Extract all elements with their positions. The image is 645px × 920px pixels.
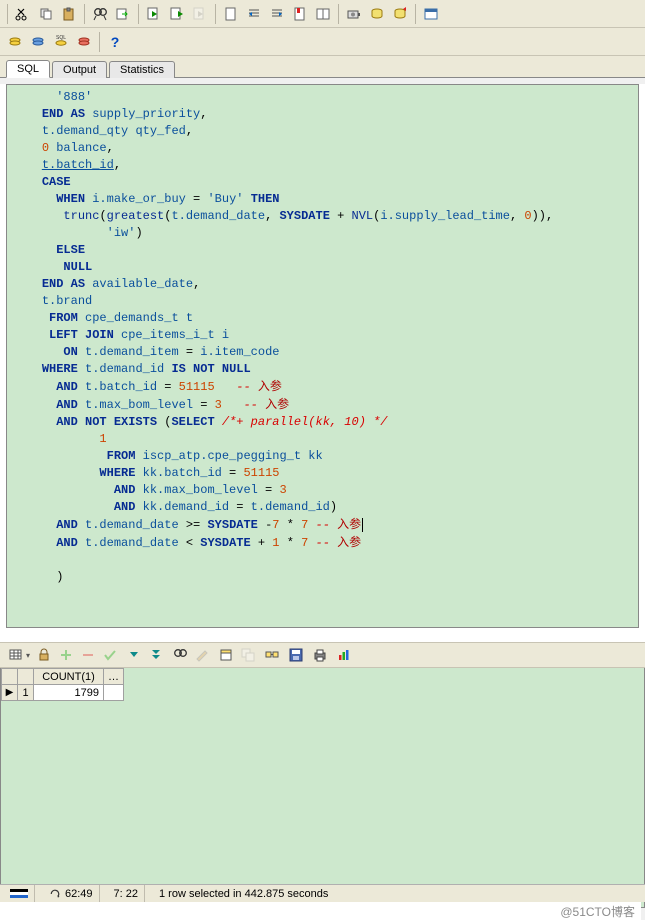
result-grid[interactable]: COUNT(1) … ▶ 1 1799 bbox=[1, 668, 124, 701]
fetch-all-icon[interactable] bbox=[146, 645, 166, 665]
lock-icon[interactable] bbox=[34, 645, 54, 665]
execute-step-icon[interactable] bbox=[166, 3, 188, 25]
grid-toolbar: ▾ bbox=[0, 642, 645, 668]
print-icon[interactable] bbox=[310, 645, 330, 665]
commit-icon[interactable] bbox=[366, 3, 388, 25]
indent-more-icon[interactable] bbox=[266, 3, 288, 25]
add-row-icon bbox=[56, 645, 76, 665]
coins-red-icon[interactable] bbox=[73, 31, 95, 53]
indent-less-icon[interactable] bbox=[243, 3, 265, 25]
help-icon[interactable]: ? bbox=[104, 31, 126, 53]
status-bar: 62:49 7: 22 1 row selected in 442.875 se… bbox=[0, 884, 645, 902]
watermark: @51CTO博客 bbox=[0, 902, 641, 920]
toolbar-separator bbox=[338, 4, 339, 24]
row-pointer-icon: ▶ bbox=[2, 685, 18, 701]
find-icon[interactable] bbox=[89, 3, 111, 25]
single-record-icon[interactable] bbox=[216, 645, 236, 665]
grid-rownum-header bbox=[18, 669, 34, 685]
main-toolbar-1 bbox=[0, 0, 645, 28]
grid-corner bbox=[2, 669, 18, 685]
toolbar-separator bbox=[99, 32, 100, 52]
row-number: 1 bbox=[18, 685, 34, 701]
toolbar-separator bbox=[84, 4, 85, 24]
camera-icon[interactable] bbox=[343, 3, 365, 25]
tab-sql[interactable]: SQL bbox=[6, 60, 50, 78]
window-icon[interactable] bbox=[420, 3, 442, 25]
toolbar-separator bbox=[215, 4, 216, 24]
post-icon bbox=[100, 645, 120, 665]
cell-count[interactable]: 1799 bbox=[34, 685, 104, 701]
new-sql-icon[interactable] bbox=[220, 3, 242, 25]
link-icon[interactable] bbox=[262, 645, 282, 665]
toolbar-separator bbox=[415, 4, 416, 24]
fetch-down-icon[interactable] bbox=[124, 645, 144, 665]
bookmark-icon[interactable] bbox=[289, 3, 311, 25]
rollback-icon[interactable] bbox=[389, 3, 411, 25]
cut-icon[interactable] bbox=[12, 3, 34, 25]
table-row[interactable]: ▶ 1 1799 bbox=[2, 685, 124, 701]
main-toolbar-2: SQL ? bbox=[0, 28, 645, 56]
book-icon[interactable] bbox=[312, 3, 334, 25]
result-grid-area: COUNT(1) … ▶ 1 1799 bbox=[0, 668, 645, 908]
coins-yellow-icon[interactable] bbox=[4, 31, 26, 53]
paste-icon[interactable] bbox=[58, 3, 80, 25]
execute-disabled-icon bbox=[189, 3, 211, 25]
multi-record-icon bbox=[238, 645, 258, 665]
grid-col-header-extra[interactable]: … bbox=[104, 669, 124, 685]
grid-view-icon[interactable] bbox=[6, 645, 26, 665]
toolbar-separator bbox=[7, 4, 8, 24]
find-grid-icon[interactable] bbox=[170, 645, 190, 665]
toolbar-separator bbox=[138, 4, 139, 24]
coins-blue-icon[interactable] bbox=[27, 31, 49, 53]
refresh-icon bbox=[49, 888, 61, 900]
editor-tabs: SQL Output Statistics bbox=[0, 56, 645, 78]
grid-col-header[interactable]: COUNT(1) bbox=[34, 669, 104, 685]
chart-icon[interactable] bbox=[334, 645, 354, 665]
execute-icon[interactable] bbox=[143, 3, 165, 25]
find-next-icon[interactable] bbox=[112, 3, 134, 25]
tab-statistics[interactable]: Statistics bbox=[109, 61, 175, 78]
status-flag bbox=[4, 885, 35, 902]
status-position: 7: 22 bbox=[108, 885, 145, 902]
status-message: 1 row selected in 442.875 seconds bbox=[153, 885, 641, 902]
sql-editor[interactable]: '888' END AS supply_priority, t.demand_q… bbox=[6, 84, 639, 628]
tab-output[interactable]: Output bbox=[52, 61, 107, 78]
edit-cell-icon bbox=[192, 645, 212, 665]
status-timer: 62:49 bbox=[43, 885, 100, 902]
cell-empty bbox=[104, 685, 124, 701]
coins-sql-icon[interactable]: SQL bbox=[50, 31, 72, 53]
copy-icon[interactable] bbox=[35, 3, 57, 25]
svg-text:SQL: SQL bbox=[56, 35, 66, 41]
delete-row-icon bbox=[78, 645, 98, 665]
editor-area: '888' END AS supply_priority, t.demand_q… bbox=[0, 84, 645, 642]
save-icon[interactable] bbox=[286, 645, 306, 665]
